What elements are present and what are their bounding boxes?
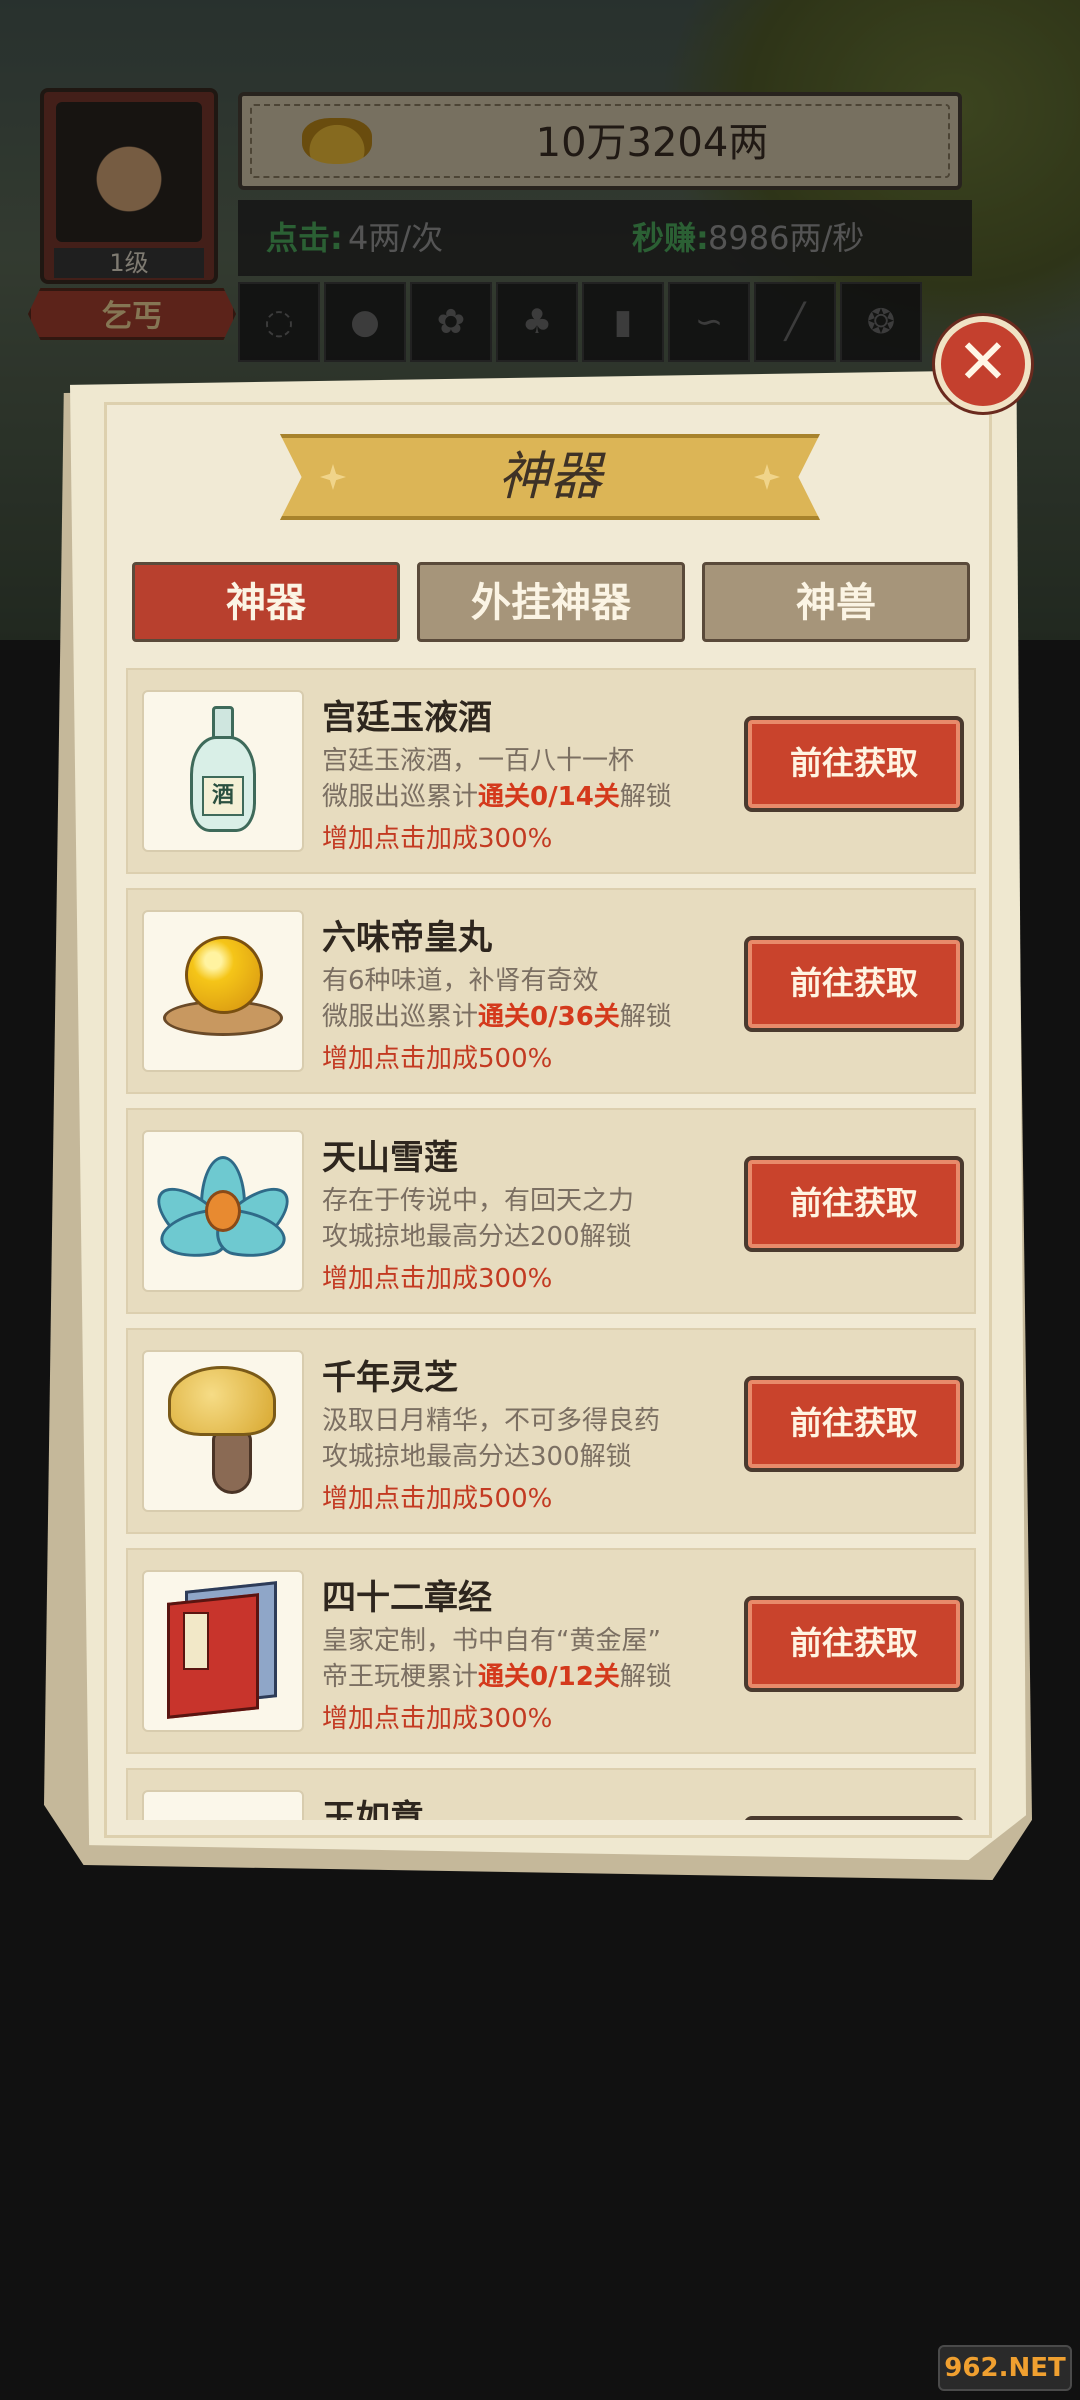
artifact-description: 宫廷玉液酒，一百八十一杯 [322,746,635,776]
go-obtain-button[interactable]: 前往获取 [744,1596,964,1692]
artifact-card: 千年灵芝 汲取日月精华，不可多得良药 攻城掠地最高分达300解锁 增加点击加成5… [126,1328,976,1534]
scripture-book-icon [163,1581,283,1719]
artifact-icon-box: 酒 [142,690,304,852]
artifact-card: 玉如意 [126,1768,976,1820]
artifact-name: 六味帝皇丸 [322,918,492,958]
artifact-unlock-condition: 微服出巡累计通关0/14关解锁 [322,782,672,812]
artifact-unlock-condition: 帝王玩梗累计通关0/12关解锁 [322,1662,672,1692]
artifact-description: 汲取日月精华，不可多得良药 [322,1406,661,1436]
artifact-card: 天山雪莲 存在于传说中，有回天之力 攻城掠地最高分达200解锁 增加点击加成30… [126,1108,976,1314]
artifact-description: 存在于传说中，有回天之力 [322,1186,635,1216]
artifact-bonus: 增加点击加成300% [322,824,553,854]
tab-plugin-artifacts[interactable]: 外挂神器 [417,562,685,642]
panel-title-ribbon: 神器 [280,434,820,520]
go-obtain-button[interactable]: 前往获取 [744,936,964,1032]
artifact-unlock-condition: 攻城掠地最高分达200解锁 [322,1222,632,1252]
artifact-icon-box [142,1570,304,1732]
snow-lotus-icon [145,1156,301,1266]
artifact-icon-box [142,1130,304,1292]
tab-divine-beasts[interactable]: 神兽 [702,562,970,642]
artifact-description: 有6种味道，补肾有奇效 [322,966,599,996]
site-watermark: 962.NET [938,2345,1072,2391]
wine-vase-icon: 酒 [188,706,258,836]
go-obtain-button[interactable]: 前往获取 [744,1376,964,1472]
golden-pill-icon [163,936,283,1046]
go-obtain-button[interactable] [744,1816,964,1820]
go-obtain-button[interactable]: 前往获取 [744,1156,964,1252]
vase-label: 酒 [202,776,244,816]
artifact-name: 四十二章经 [322,1578,492,1618]
artifact-icon-box [142,910,304,1072]
close-button[interactable]: ✕ [935,316,1031,412]
artifact-bonus: 增加点击加成500% [322,1484,553,1514]
artifact-name: 千年灵芝 [322,1358,458,1398]
go-obtain-button[interactable]: 前往获取 [744,716,964,812]
artifact-bonus: 增加点击加成500% [322,1044,553,1074]
artifact-list[interactable]: 酒 宫廷玉液酒 宫廷玉液酒，一百八十一杯 微服出巡累计通关0/14关解锁 增加点… [126,668,976,1820]
artifact-icon-box [142,1790,304,1820]
artifact-description: 皇家定制，书中自有“黄金屋” [322,1626,661,1656]
artifact-bonus: 增加点击加成300% [322,1264,553,1294]
artifact-card: 六味帝皇丸 有6种味道，补肾有奇效 微服出巡累计通关0/36关解锁 增加点击加成… [126,888,976,1094]
artifact-card: 酒 宫廷玉液酒 宫廷玉液酒，一百八十一杯 微服出巡累计通关0/14关解锁 增加点… [126,668,976,874]
lingzhi-mushroom-icon [168,1366,278,1496]
artifact-unlock-condition: 微服出巡累计通关0/36关解锁 [322,1002,672,1032]
panel-title: 神器 [497,447,602,507]
artifact-bonus: 增加点击加成300% [322,1704,553,1734]
artifact-name: 玉如意 [322,1798,424,1820]
artifact-unlock-condition: 攻城掠地最高分达300解锁 [322,1442,632,1472]
tab-artifacts[interactable]: 神器 [132,562,400,642]
artifact-card: 四十二章经 皇家定制，书中自有“黄金屋” 帝王玩梗累计通关0/12关解锁 增加点… [126,1548,976,1754]
artifact-name: 天山雪莲 [322,1138,458,1178]
artifact-icon-box [142,1350,304,1512]
artifact-name: 宫廷玉液酒 [322,698,492,738]
